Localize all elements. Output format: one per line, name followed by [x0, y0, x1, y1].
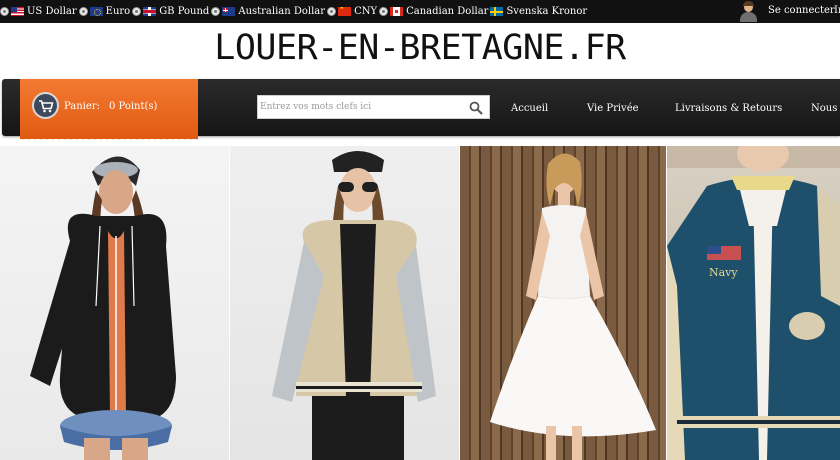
menu-item-home[interactable]: Accueil — [511, 103, 548, 114]
currency-option-cad[interactable]: Canadian Dollar — [379, 6, 488, 17]
currency-option-eur[interactable]: Euro — [78, 6, 131, 17]
menu-item-privacy[interactable]: Vie Privée — [587, 103, 639, 114]
us-flag-icon — [11, 7, 24, 16]
menu-item-shipping-returns[interactable]: Livraisons & Retours — [675, 103, 782, 114]
currency-label: Svenska Kronor — [506, 6, 588, 17]
se-flag-icon — [490, 7, 504, 16]
gb-flag-icon — [143, 7, 157, 16]
radio-icon[interactable] — [327, 7, 337, 16]
search-icon[interactable] — [469, 100, 483, 115]
svg-text:Navy: Navy — [709, 266, 738, 279]
login-link[interactable]: Se connecter — [768, 5, 835, 16]
ca-flag-icon — [390, 7, 404, 16]
radio-icon[interactable] — [0, 7, 9, 16]
site-logo[interactable]: LOUER-EN-BRETAGNE.FR — [0, 28, 840, 68]
radio-icon[interactable] — [379, 7, 389, 16]
product-image-black-hoodie[interactable] — [0, 146, 229, 460]
currency-label: Canadian Dollar — [406, 6, 489, 17]
product-image-navy-bomber[interactable]: Navy — [667, 146, 840, 460]
currency-option-sek[interactable]: Svenska Kronor — [490, 6, 587, 17]
radio-icon[interactable] — [132, 7, 142, 16]
currency-option-usd[interactable]: US Dollar — [0, 6, 77, 17]
currency-option-gbp[interactable]: GB Pound — [132, 6, 209, 17]
currency-label: Australian Dollar — [238, 6, 326, 17]
currency-label: US Dollar — [27, 6, 77, 17]
menu-item-contact[interactable]: Nous C — [811, 103, 840, 114]
eu-flag-icon — [89, 7, 103, 16]
currency-label: GB Pound — [159, 6, 210, 17]
cart-value: 0 Point(s) — [108, 101, 158, 112]
cn-flag-icon — [338, 7, 352, 16]
currency-option-cny[interactable]: CNY — [327, 6, 377, 17]
product-image-metallic-bomber[interactable] — [230, 146, 459, 460]
radio-icon[interactable] — [211, 7, 221, 16]
cart-summary[interactable]: Panier: 0 Point(s) — [64, 101, 166, 112]
cart-panel-scallop — [20, 136, 198, 142]
radio-icon[interactable] — [78, 7, 88, 16]
search-input[interactable] — [258, 96, 463, 118]
register-link[interactable]: In — [834, 5, 840, 16]
product-strip: Navy — [0, 146, 840, 460]
currency-list: US Dollar Euro GB Pound Australian Dolla… — [0, 0, 589, 23]
currency-label: CNY — [354, 6, 378, 17]
cart-label: Panier: — [64, 101, 100, 112]
user-avatar-icon[interactable] — [738, 1, 758, 22]
product-image-white-dress[interactable] — [460, 146, 666, 460]
currency-label: Euro — [105, 6, 131, 17]
search-box — [257, 95, 490, 119]
currency-bar: US Dollar Euro GB Pound Australian Dolla… — [0, 0, 840, 23]
shopping-cart-icon[interactable] — [32, 92, 59, 119]
currency-option-aud[interactable]: Australian Dollar — [211, 6, 325, 17]
au-flag-icon — [222, 7, 236, 16]
